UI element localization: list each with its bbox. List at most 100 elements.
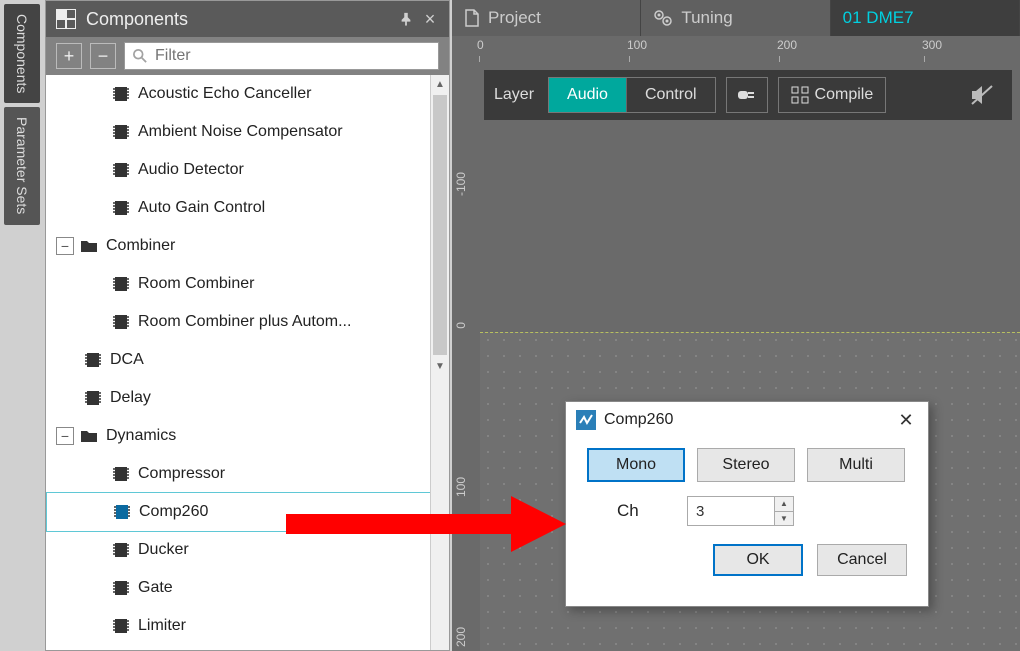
scroll-thumb[interactable]: [433, 95, 447, 355]
ch-label: Ch: [617, 501, 667, 521]
tree-item[interactable]: Limiter: [46, 607, 431, 645]
tree-item-label: DCA: [110, 351, 144, 369]
chip-icon: [112, 199, 130, 217]
vertical-ruler: -1000100200: [452, 62, 480, 651]
tree-item-label: Delay: [110, 389, 151, 407]
components-panel-header: Components ×: [46, 1, 449, 37]
dialog-icon: [576, 410, 596, 430]
gear-icon: [653, 9, 673, 27]
tab-tuning-label: Tuning: [681, 8, 732, 28]
tab-device[interactable]: 01 DME7: [831, 0, 1020, 36]
cancel-button[interactable]: Cancel: [817, 544, 907, 576]
tab-tuning[interactable]: Tuning: [641, 0, 830, 36]
tab-project[interactable]: Project: [452, 0, 641, 36]
tree-item-label: Gate: [138, 579, 173, 597]
ruler-tick: 0: [477, 38, 484, 52]
scroll-down-icon[interactable]: ▼: [431, 357, 449, 375]
canvas-toolbar: Layer Audio Control Compile: [484, 70, 1012, 120]
tree-item[interactable]: Room Combiner plus Autom...: [46, 303, 431, 341]
tree-item[interactable]: Compressor: [46, 455, 431, 493]
tree-item[interactable]: Delay: [46, 379, 431, 417]
tree-item-label: Comp260: [139, 503, 208, 521]
compile-icon: [791, 86, 809, 104]
tree-item[interactable]: Audio Detector: [46, 151, 431, 189]
ruler-tick: 200: [454, 627, 468, 647]
layer-control-button[interactable]: Control: [627, 78, 715, 112]
tree-item[interactable]: Comp260: [46, 492, 431, 532]
tree-item-label: Room Combiner: [138, 275, 254, 293]
comp260-dialog: Comp260 ✕ Mono Stereo Multi Ch ▲ ▼: [565, 401, 929, 607]
ok-button[interactable]: OK: [713, 544, 803, 576]
expander-icon[interactable]: −: [56, 237, 74, 255]
tree-item-label: Ducker: [138, 541, 189, 559]
folder-icon: [80, 429, 98, 443]
compile-button[interactable]: Compile: [778, 77, 887, 113]
pin-icon[interactable]: [399, 12, 413, 26]
tree-item[interactable]: Auto Gain Control: [46, 189, 431, 227]
ruler-tick: 300: [922, 38, 942, 52]
collapse-all-button[interactable]: −: [90, 43, 116, 69]
ruler-tick: 200: [777, 38, 797, 52]
side-tab-parameter-sets[interactable]: Parameter Sets: [4, 107, 40, 224]
chip-icon: [112, 85, 130, 103]
component-tree: Acoustic Echo Canceller Ambient Noise Com…: [46, 75, 431, 650]
tree-item-label: Limiter: [138, 617, 186, 635]
dialog-titlebar: Comp260 ✕: [566, 402, 928, 438]
spinner-down-icon[interactable]: ▼: [775, 512, 793, 526]
document-icon: [464, 9, 480, 27]
expand-all-button[interactable]: +: [56, 43, 82, 69]
tree-item[interactable]: Ducker: [46, 531, 431, 569]
mute-button[interactable]: [962, 78, 1002, 112]
tree-item[interactable]: Ambient Noise Compensator: [46, 113, 431, 151]
side-tab-components[interactable]: Components: [4, 4, 40, 103]
chip-icon: [84, 389, 102, 407]
tree-group[interactable]: − Combiner: [46, 227, 431, 265]
spinner-up-icon[interactable]: ▲: [775, 497, 793, 512]
filter-input-wrap[interactable]: [124, 42, 439, 70]
tree-group[interactable]: − Dynamics: [46, 417, 431, 455]
tree-item-label: Acoustic Echo Canceller: [138, 85, 311, 103]
components-panel-title: Components: [86, 9, 188, 30]
compile-label: Compile: [815, 86, 874, 104]
speaker-mute-icon: [970, 84, 994, 106]
components-panel: Components × + − Acoustic Echo Canceller…: [45, 0, 450, 651]
tree-item-label: Dynamics: [106, 427, 176, 445]
chip-icon: [112, 161, 130, 179]
tab-device-label: 01 DME7: [843, 8, 914, 28]
chip-icon: [112, 579, 130, 597]
multi-button[interactable]: Multi: [807, 448, 905, 482]
tree-item[interactable]: Room Combiner: [46, 265, 431, 303]
expander-icon[interactable]: −: [56, 427, 74, 445]
close-icon[interactable]: ×: [421, 9, 439, 30]
tree-item[interactable]: DCA: [46, 341, 431, 379]
layer-audio-button[interactable]: Audio: [549, 78, 627, 112]
dialog-close-icon[interactable]: ✕: [894, 410, 918, 431]
stereo-button[interactable]: Stereo: [697, 448, 795, 482]
channel-count-row: Ch ▲ ▼: [582, 496, 912, 526]
filter-input[interactable]: [153, 46, 430, 66]
tree-item-label: Compressor: [138, 465, 225, 483]
scrollbar[interactable]: ▲ ▼: [430, 75, 449, 650]
dialog-title: Comp260: [604, 411, 894, 429]
search-icon: [133, 49, 147, 63]
layer-segment: Audio Control: [548, 77, 716, 113]
mono-button[interactable]: Mono: [587, 448, 685, 482]
ch-input[interactable]: [688, 497, 774, 525]
tree-item-label: Ambient Noise Compensator: [138, 123, 343, 141]
horizontal-ruler: 0100200300: [452, 36, 1020, 62]
side-tab-strip: Components Parameter Sets: [0, 0, 40, 651]
ruler-tick: -100: [454, 172, 468, 196]
tree-item[interactable]: Gate: [46, 569, 431, 607]
tree-item-label: Audio Detector: [138, 161, 244, 179]
folder-icon: [80, 239, 98, 253]
chip-icon: [112, 123, 130, 141]
ruler-tick: 0: [454, 322, 468, 329]
chip-icon: [112, 541, 130, 559]
ch-spinner[interactable]: ▲ ▼: [687, 496, 794, 526]
tree-item-label: Combiner: [106, 237, 175, 255]
chip-icon: [112, 617, 130, 635]
plug-button[interactable]: [726, 77, 768, 113]
tree-item[interactable]: Acoustic Echo Canceller: [46, 75, 431, 113]
scroll-up-icon[interactable]: ▲: [431, 75, 449, 93]
tree-item-label: Room Combiner plus Autom...: [138, 313, 351, 331]
